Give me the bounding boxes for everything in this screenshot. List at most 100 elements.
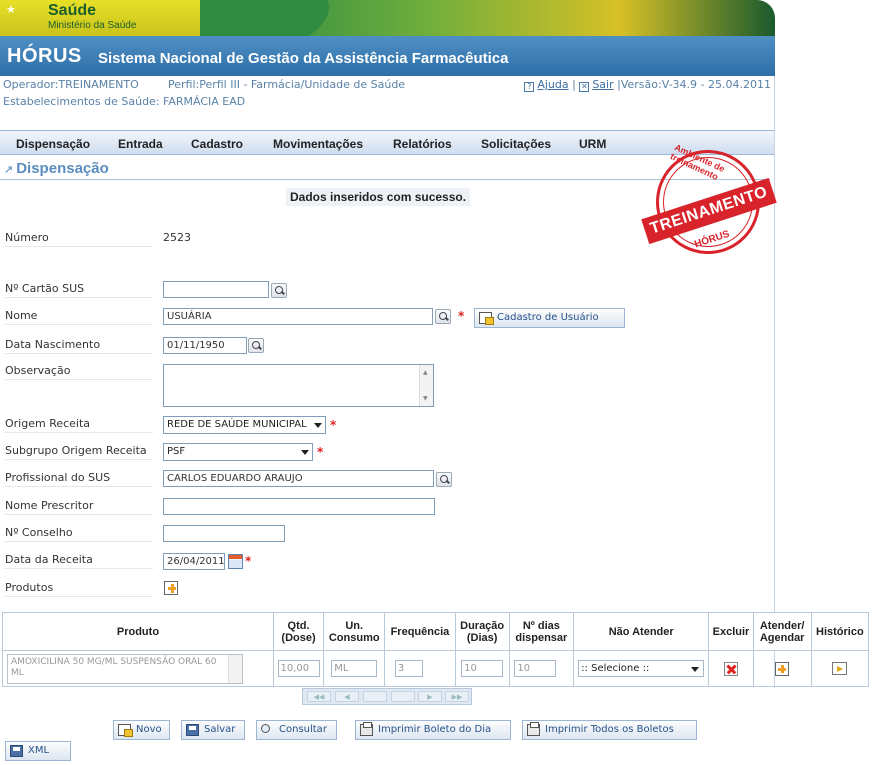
session-bar: Operador:TREINAMENTO Perfil:Perfil III -… [0,76,775,116]
menu-item-solicitacoes[interactable]: Solicitações [481,137,551,151]
table-header-row: Produto Qtd. (Dose) Un. Consumo Frequênc… [2,612,870,651]
app-subtitle: Sistema Nacional de Gestão da Assistênci… [98,50,509,67]
nao-atender-value: :: Selecione :: [581,663,650,674]
schedule-icon[interactable] [775,661,790,676]
page-indicator [363,691,387,702]
xml-label: XML [28,745,50,756]
profissional-label: Profissional do SUS [5,471,153,487]
conselho-label: Nº Conselho [5,526,153,542]
cartao-sus-label: Nº Cartão SUS [5,282,153,298]
separator: | [572,78,580,91]
atender-cell [752,650,812,687]
subgrupo-label: Subgrupo Origem Receita [5,444,153,460]
salvar-button[interactable]: Salvar [181,720,245,740]
origem-receita-select[interactable]: REDE DE SAÚDE MUNICIPAL [163,416,326,434]
menu-item-entrada[interactable]: Entrada [118,137,163,151]
consultar-label: Consultar [279,724,327,735]
help-link[interactable]: Ajuda [537,78,568,91]
calendar-icon[interactable] [228,554,243,569]
scrollbar[interactable] [228,655,242,683]
subgrupo-select[interactable]: PSF [163,443,313,461]
scrollbar[interactable]: ▲ ▼ [419,365,433,406]
version-label: |Versão:V-34.9 - 25.04.2011 [617,78,771,91]
profissional-input[interactable]: CARLOS EDUARDO ARAUJO [163,470,434,487]
conselho-input[interactable] [163,525,285,542]
nao-atender-cell: :: Selecione :: [572,650,710,687]
un-consumo-input[interactable]: ML [331,660,378,677]
menu-item-urm[interactable]: URM [579,137,606,151]
duracao-cell: 10 [454,650,510,687]
menu-item-cadastro[interactable]: Cadastro [191,137,243,151]
origem-receita-value: REDE DE SAÚDE MUNICIPAL [167,419,307,430]
numero-label: Número [5,231,153,247]
numero-value: 2523 [163,231,191,244]
duracao-input[interactable]: 10 [461,660,504,677]
menu-item-movimentacoes[interactable]: Movimentações [273,137,363,151]
subgrupo-value: PSF [167,446,186,457]
col-excluir: Excluir [708,612,754,651]
search-icon[interactable] [436,472,452,487]
operator-label: Operador:TREINAMENTO [3,78,139,91]
save-icon [186,724,199,736]
arrow-icon: ↗ [4,164,14,176]
search-icon[interactable] [248,338,264,353]
cadastro-usuario-label: Cadastro de Usuário [497,312,599,323]
data-receita-input[interactable]: 26/04/2011 [163,553,225,570]
history-icon[interactable] [832,662,848,676]
nao-atender-select[interactable]: :: Selecione :: [578,660,705,677]
prescritor-label: Nome Prescritor [5,499,153,515]
logout-link[interactable]: Sair [592,78,613,91]
help-icon: ? [524,82,535,92]
col-historico: Histórico [810,612,870,651]
salvar-label: Salvar [204,724,236,735]
cartao-sus-input[interactable] [163,281,269,298]
delete-icon[interactable] [723,661,738,676]
un-cell: ML [323,650,386,687]
imprimir-dia-button[interactable]: Imprimir Boleto do Dia [355,720,511,740]
prev-page-button[interactable]: ◀ [335,691,359,702]
products-table: Produto Qtd. (Dose) Un. Consumo Frequênc… [2,612,870,687]
produto-textarea[interactable]: AMOXICILINA 50 MG/ML SUSPENSÃO ORAL 60 M… [7,654,243,684]
frequencia-input[interactable]: 3 [394,660,423,677]
imprimir-todos-button[interactable]: Imprimir Todos os Boletos [522,720,697,740]
menu-item-relatorios[interactable]: Relatórios [393,137,452,151]
qtd-input[interactable]: 10,00 [277,660,320,677]
first-page-button[interactable]: ◀◀ [307,691,331,702]
page-title: ↗ Dispensação [4,160,109,177]
save-icon [10,745,23,757]
success-message: Dados inseridos com sucesso. [286,188,471,206]
novo-button[interactable]: Novo [113,720,170,740]
page-indicator [391,691,415,702]
exit-icon: ✕ [579,82,590,92]
edit-user-icon [479,312,494,325]
printer-icon [527,722,540,736]
chevron-down-icon [301,450,309,455]
session-links: ? Ajuda | ✕ Sair |Versão:V-34.9 - 25.04.20… [524,78,771,92]
xml-button[interactable]: XML [5,741,71,761]
origem-receita-label: Origem Receita [5,417,153,433]
next-page-button[interactable]: ▶ [418,691,442,702]
nascimento-input[interactable]: 01/11/1950 [163,337,247,354]
search-icon [261,724,270,733]
dias-dispensar-input[interactable]: 10 [514,660,557,677]
nome-input[interactable]: USUÁRIA [163,308,433,325]
menu-item-dispensacao[interactable]: Dispensação [16,137,90,151]
col-un-consumo: Un. Consumo [323,612,386,651]
imprimir-todos-label: Imprimir Todos os Boletos [545,724,674,735]
scroll-up-icon: ▲ [423,369,428,376]
observacao-textarea[interactable]: ▲ ▼ [163,364,434,407]
establishment-label: Estabelecimentos de Saúde: FARMÁCIA EAD [3,95,246,108]
chevron-down-icon [691,667,700,672]
add-product-icon[interactable] [164,581,178,595]
consultar-button[interactable]: Consultar [256,720,337,740]
dias-cell: 10 [508,650,574,687]
search-icon[interactable] [435,309,451,324]
printer-icon [360,722,373,736]
col-qtd: Qtd. (Dose) [272,612,325,651]
cadastro-usuario-button[interactable]: Cadastro de Usuário [474,308,625,328]
app-name: HÓRUS [7,45,82,67]
last-page-button[interactable]: ▶▶ [445,691,469,702]
prescritor-input[interactable] [163,498,435,515]
search-icon[interactable] [271,283,287,298]
excluir-cell [708,650,754,687]
